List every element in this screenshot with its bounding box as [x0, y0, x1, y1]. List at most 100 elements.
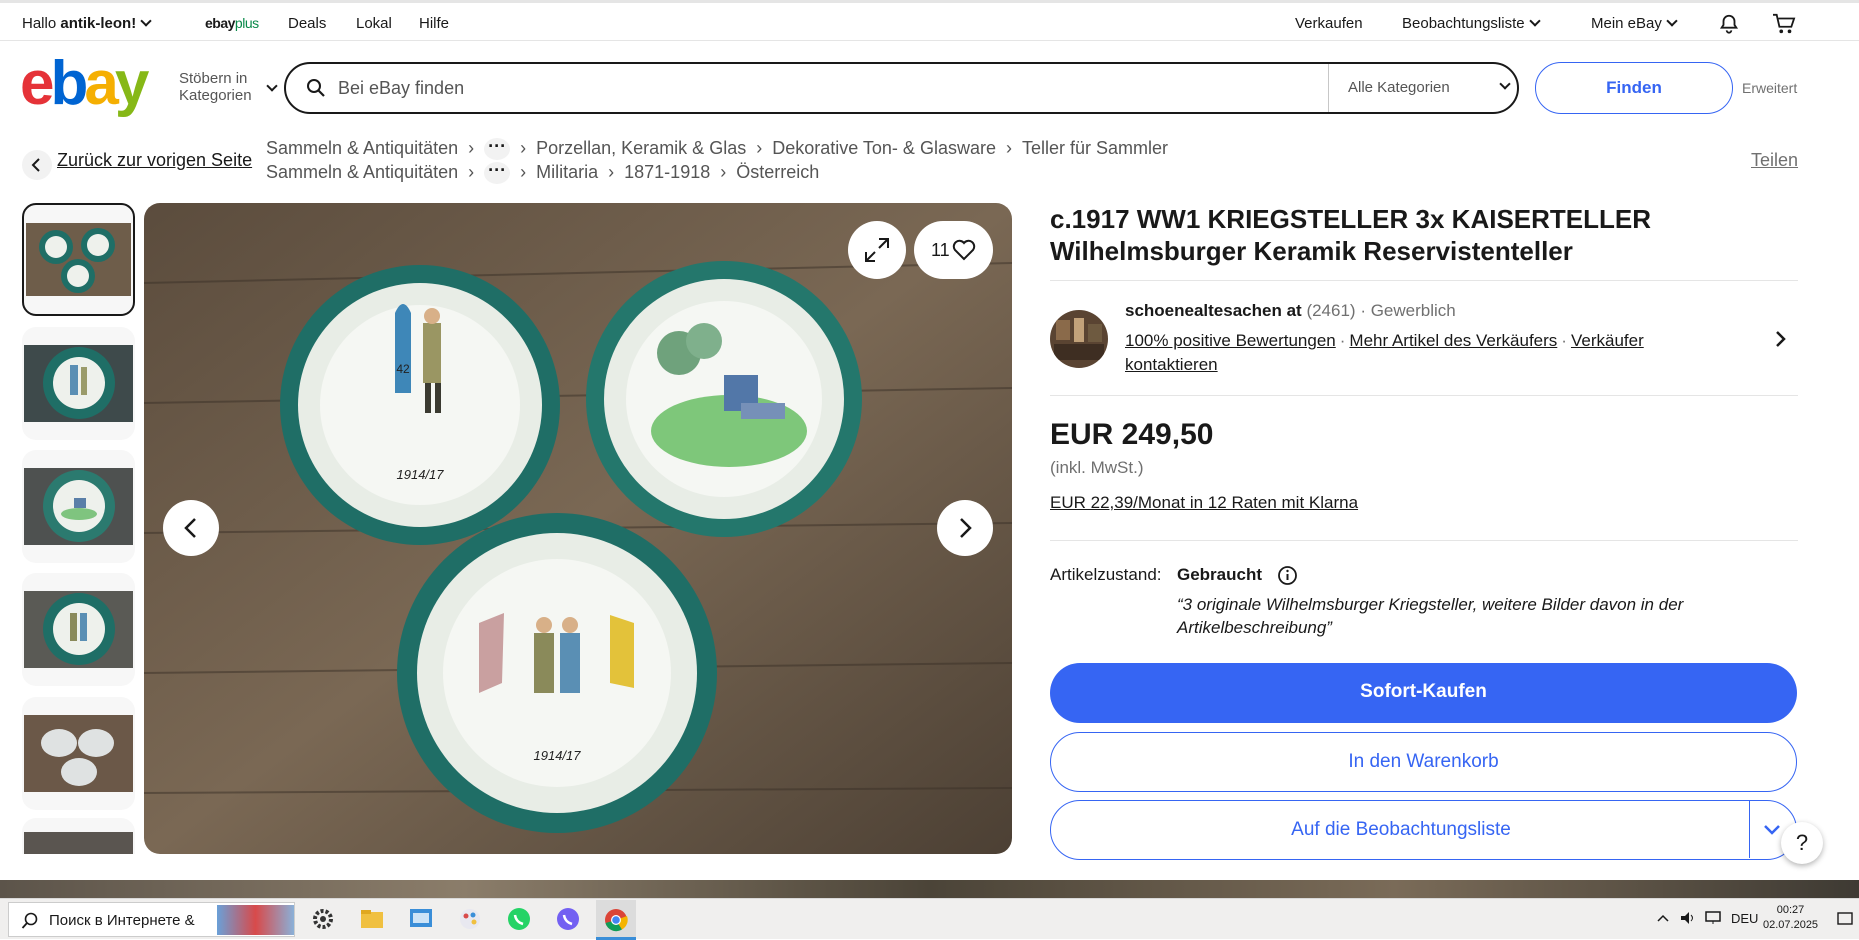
file-explorer-icon[interactable]: [359, 906, 385, 932]
divider: [1050, 280, 1798, 281]
clock[interactable]: 00:27 02.07.2025: [1763, 903, 1818, 933]
chevron-down-icon: [1528, 15, 1541, 27]
desktop-wallpaper-strip: [0, 880, 1859, 898]
windows-taskbar: Поиск в Интернете & DEU 00:27 02.07.2025: [0, 898, 1859, 940]
network-icon[interactable]: [1704, 910, 1722, 926]
breadcrumb-item[interactable]: Österreich: [736, 162, 819, 182]
breadcrumb-more-button[interactable]: ···: [484, 161, 511, 185]
cart-icon[interactable]: [1772, 13, 1796, 35]
positive-feedback-link[interactable]: 100% positive Bewertungen: [1125, 331, 1336, 350]
thumbnail-image: [24, 468, 133, 545]
notifications-icon[interactable]: [1836, 910, 1854, 928]
expand-icon: [865, 238, 889, 262]
divider: [1050, 540, 1798, 541]
breadcrumb-item[interactable]: Teller für Sammler: [1022, 138, 1168, 158]
thumbnail-image: [24, 715, 133, 792]
advanced-search-link[interactable]: Erweitert: [1742, 80, 1797, 96]
breadcrumb-item[interactable]: Sammeln & Antiquitäten: [266, 138, 458, 158]
user-greeting[interactable]: Hallo antik-leon!: [22, 15, 152, 32]
top-navigation-bar: Hallo antik-leon! ebayplus Deals Lokal H…: [0, 0, 1859, 41]
favorite-button[interactable]: 11: [914, 221, 993, 279]
klarna-installments-link[interactable]: EUR 22,39/Monat in 12 Raten mit Klarna: [1050, 493, 1358, 513]
help-link[interactable]: Hilfe: [419, 15, 449, 32]
search-icon: [307, 79, 325, 97]
chevron-down-icon: [1666, 15, 1678, 27]
username: antik-leon!: [60, 15, 137, 32]
gallery-thumbnail[interactable]: [22, 203, 135, 316]
sell-link[interactable]: Verkaufen: [1295, 15, 1363, 32]
gallery-thumbnail[interactable]: [22, 450, 135, 563]
breadcrumb-item[interactable]: 1871-1918: [624, 162, 710, 182]
thumbnail-image: [24, 345, 133, 422]
plate-inscription: 1914/17: [397, 467, 445, 482]
taskbar-search[interactable]: Поиск в Интернете &: [8, 902, 295, 937]
whatsapp-icon[interactable]: [506, 906, 532, 932]
seller-info: schoenealtesachen at (2461) · Gewerblich: [1125, 301, 1456, 321]
category-select[interactable]: Alle Kategorien: [1348, 79, 1450, 96]
chevron-down-icon: [266, 80, 278, 92]
breadcrumb-item[interactable]: Militaria: [536, 162, 598, 182]
seller-avatar[interactable]: [1050, 310, 1108, 368]
chevron-down-icon: [140, 15, 152, 27]
heart-icon: [952, 239, 976, 261]
chrome-icon: [605, 909, 628, 932]
condition-label: Artikelzustand:: [1050, 565, 1162, 584]
seller-name[interactable]: schoenealtesachen at: [1125, 301, 1302, 320]
expand-image-button[interactable]: [848, 221, 906, 279]
ebay-logo[interactable]: ebay: [20, 52, 149, 116]
search-divider: [1328, 64, 1329, 112]
ebay-plus-link[interactable]: ebayplus: [205, 15, 259, 31]
breadcrumb-more-button[interactable]: ···: [484, 137, 511, 161]
back-to-previous-page-link[interactable]: Zurück zur vorigen Seite: [57, 150, 252, 171]
breadcrumb-item[interactable]: Porzellan, Keramik & Glas: [536, 138, 746, 158]
price: EUR 249,50: [1050, 418, 1214, 451]
viber-icon[interactable]: [555, 906, 581, 932]
thumbnail-image: [26, 223, 131, 296]
back-arrow-icon[interactable]: [22, 150, 52, 180]
search-input[interactable]: Bei eBay finden: [338, 78, 464, 99]
chrome-taskbar-button[interactable]: [596, 900, 636, 940]
condition-description: “3 originale Wilhelmsburger Kriegsteller…: [1177, 595, 1684, 637]
browse-categories-button[interactable]: Stöbern in Kategorien: [179, 70, 252, 104]
my-ebay-menu[interactable]: Mein eBay: [1591, 15, 1678, 32]
divider: [1050, 395, 1798, 396]
gallery-thumbnail[interactable]: [22, 327, 135, 440]
breadcrumb-item[interactable]: Sammeln & Antiquitäten: [266, 162, 458, 182]
gallery-thumbnail[interactable]: [22, 697, 135, 810]
add-to-watchlist-button[interactable]: Auf die Beobachtungsliste: [1050, 800, 1797, 860]
main-product-image[interactable]: 42 1914/17 1914/17: [144, 203, 1012, 854]
plate-number: 42: [396, 362, 410, 376]
deals-link[interactable]: Deals: [288, 15, 326, 32]
favorite-count: 11: [931, 240, 950, 260]
share-link[interactable]: Teilen: [1751, 150, 1798, 171]
gallery-thumbnail[interactable]: [22, 573, 135, 686]
info-icon[interactable]: [1277, 565, 1298, 586]
settings-gear-icon[interactable]: [310, 906, 336, 932]
breadcrumb: Sammeln & Antiquitäten › ··· › Porzellan, Ke…: [266, 137, 1168, 161]
next-image-button[interactable]: [937, 500, 993, 556]
more-seller-items-link[interactable]: Mehr Artikel des Verkäufers: [1349, 331, 1557, 350]
local-link[interactable]: Lokal: [356, 15, 392, 32]
previous-image-button[interactable]: [163, 500, 219, 556]
search-bar: Bei eBay finden Alle Kategorien: [284, 62, 1519, 114]
buy-now-button[interactable]: Sofort-Kaufen: [1050, 663, 1797, 723]
thumbnail-image: [24, 832, 133, 854]
chevron-left-icon: [184, 518, 196, 538]
gallery-thumbnail[interactable]: [22, 818, 135, 854]
notification-bell-icon[interactable]: [1718, 13, 1740, 35]
breadcrumb-item[interactable]: Dekorative Ton- & Glasware: [772, 138, 996, 158]
chevron-right-icon[interactable]: [1770, 329, 1790, 349]
listing-title: c.1917 WW1 KRIEGSTELLER 3x KAISERTELLER …: [1050, 204, 1652, 266]
help-button[interactable]: ?: [1781, 822, 1823, 864]
chevron-down-icon[interactable]: [1762, 822, 1782, 838]
speaker-icon[interactable]: [1679, 910, 1697, 926]
app-window-icon[interactable]: [408, 906, 434, 932]
paint-app-icon[interactable]: [457, 906, 483, 932]
watchlist-menu[interactable]: Beobachtungsliste: [1402, 15, 1541, 32]
add-to-cart-button[interactable]: In den Warenkorb: [1050, 732, 1797, 792]
chevron-up-icon[interactable]: [1656, 913, 1670, 923]
seller-rating-count: (2461): [1306, 301, 1356, 320]
thumbnail-image: [24, 591, 133, 668]
language-indicator[interactable]: DEU: [1731, 911, 1758, 926]
find-button[interactable]: Finden: [1535, 62, 1733, 114]
